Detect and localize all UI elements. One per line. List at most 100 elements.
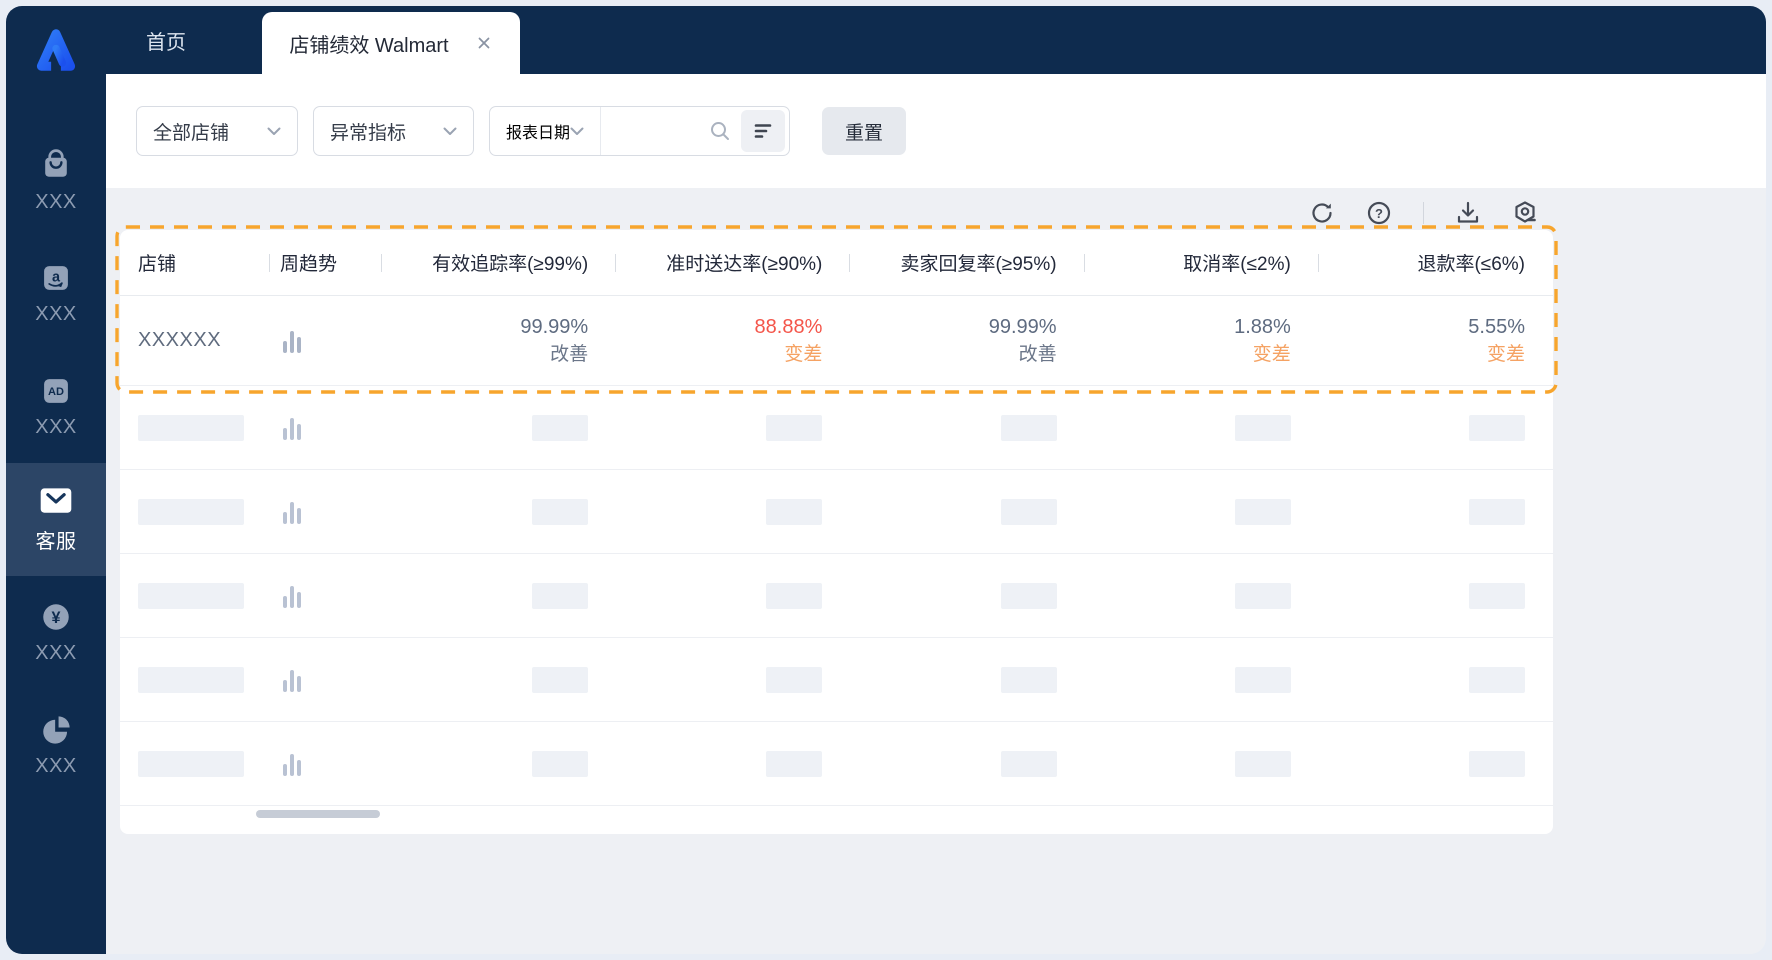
skeleton-block [766, 498, 823, 525]
skeleton-block [1468, 582, 1525, 609]
yen-icon: ¥ [43, 604, 69, 630]
table-row[interactable]: XXXXXX 99.99% 改善 88.88% 变差 99.99% 改善 1.8… [120, 296, 1553, 386]
date-search-group: 报表日期 [489, 106, 791, 156]
shopping-bag-icon [45, 149, 67, 177]
date-filter-label: 报表日期 [506, 125, 571, 142]
skeleton-block [138, 750, 244, 777]
envelope-icon [40, 488, 72, 513]
col-header-refund-rate[interactable]: 退款率(≤6%) [1319, 249, 1553, 276]
week-trend-cell[interactable] [270, 329, 382, 353]
sort-filter-button[interactable] [741, 110, 786, 152]
skeleton-block [1234, 414, 1291, 441]
performance-table: 店铺 周趋势 有效追踪率(≥99%) 准时送达率(≥90%) 卖家回复率(≥95… [120, 230, 1553, 834]
skeleton-block [1234, 498, 1291, 525]
mini-bar-chart-icon [283, 500, 382, 524]
tab-home[interactable]: 首页 [136, 6, 196, 74]
sort-lines-icon [754, 124, 772, 138]
skeleton-block [1234, 582, 1291, 609]
col-header-store[interactable]: 店铺 [120, 249, 270, 276]
metric-tracking-rate: 99.99% 改善 [520, 315, 589, 365]
skeleton-block [1000, 750, 1057, 777]
sidebar-item-amazon[interactable]: a XXX [6, 237, 106, 350]
sidebar-item-label: XXX [35, 642, 77, 664]
sidebar-item-label: XXX [35, 191, 77, 213]
metric-filter-dropdown[interactable]: 异常指标 [313, 106, 474, 156]
skeleton-block [532, 666, 589, 693]
sidebar-item-store[interactable]: XXX [6, 124, 106, 237]
app-window: XXX a XXX AD XXX 客服 ¥ XXX XXX 首页 店铺绩效 Wa… [6, 6, 1766, 954]
skeleton-block [1468, 666, 1525, 693]
metric-ontime-rate: 88.88% 变差 [754, 315, 823, 365]
table-row-placeholder [120, 386, 1553, 470]
col-header-week-trend[interactable]: 周趋势 [270, 249, 382, 276]
mini-bar-chart-icon [283, 752, 382, 776]
skeleton-block [766, 414, 823, 441]
search-input[interactable] [601, 111, 710, 151]
sidebar-item-finance[interactable]: ¥ XXX [6, 576, 106, 689]
col-header-tracking-rate[interactable]: 有效追踪率(≥99%) [382, 249, 616, 276]
table-row-placeholder [120, 470, 1553, 554]
settings-icon[interactable] [1512, 200, 1538, 226]
sidebar-item-label: XXX [35, 416, 77, 438]
mini-bar-chart-icon [283, 584, 382, 608]
col-header-cancel-rate[interactable]: 取消率(≤2%) [1085, 249, 1319, 276]
horizontal-scrollbar-thumb[interactable] [256, 810, 380, 818]
svg-text:¥: ¥ [52, 609, 61, 627]
tab-home-label: 首页 [146, 31, 186, 54]
sidebar-item-reports[interactable]: XXX [6, 689, 106, 802]
table-header-row: 店铺 周趋势 有效追踪率(≥99%) 准时送达率(≥90%) 卖家回复率(≥95… [120, 230, 1553, 296]
reset-button[interactable]: 重置 [822, 107, 907, 155]
skeleton-block [138, 498, 244, 525]
content-area: ? 店铺 周趋势 有效追踪率(≥99%) 准时送达率(≥90%) 卖家回复率(≥… [106, 188, 1766, 954]
close-icon[interactable] [475, 34, 493, 52]
svg-text:?: ? [1375, 206, 1383, 221]
tab-store-performance[interactable]: 店铺绩效 Walmart [262, 12, 520, 74]
store-filter-dropdown[interactable]: 全部店铺 [136, 106, 298, 156]
col-header-ontime-rate[interactable]: 准时送达率(≥90%) [616, 249, 850, 276]
skeleton-block [1000, 666, 1057, 693]
chevron-down-icon [443, 127, 457, 135]
download-icon[interactable] [1455, 200, 1481, 226]
metric-refund-rate: 5.55% 变差 [1468, 315, 1525, 365]
help-icon[interactable]: ? [1366, 200, 1392, 226]
sidebar-item-ads[interactable]: AD XXX [6, 350, 106, 463]
svg-text:a: a [52, 269, 61, 285]
store-name: XXXXXX [138, 329, 222, 351]
search-icon[interactable] [709, 120, 731, 142]
app-logo[interactable] [30, 24, 82, 76]
col-header-reply-rate[interactable]: 卖家回复率(≥95%) [850, 249, 1084, 276]
metric-reply-rate: 99.99% 改善 [988, 315, 1057, 365]
table-row-placeholder [120, 722, 1553, 806]
main-area: 首页 店铺绩效 Walmart 全部店铺 异常指标 报表日期 重置 ? 店铺 周… [106, 6, 1766, 954]
pie-chart-icon [43, 716, 70, 744]
skeleton-block [766, 750, 823, 777]
sidebar-item-customer-service[interactable]: 客服 [6, 463, 106, 576]
sidebar-item-label: XXX [35, 755, 77, 777]
chevron-down-icon [267, 127, 281, 135]
skeleton-block [1000, 498, 1057, 525]
skeleton-block [1234, 750, 1291, 777]
svg-text:AD: AD [48, 386, 64, 398]
refresh-icon[interactable] [1309, 200, 1335, 226]
amazon-icon: a [44, 266, 68, 290]
toolbar-divider [1423, 201, 1424, 224]
skeleton-block [138, 666, 244, 693]
metric-filter-label: 异常指标 [330, 122, 407, 144]
tab-bar: 首页 店铺绩效 Walmart [106, 6, 1766, 74]
skeleton-block [532, 582, 589, 609]
table-toolbar: ? [106, 188, 1553, 230]
skeleton-block [1468, 750, 1525, 777]
skeleton-block [532, 750, 589, 777]
skeleton-block [138, 582, 244, 609]
sidebar-item-label: 客服 [35, 531, 77, 553]
mini-bar-chart-icon [283, 416, 382, 440]
date-filter-dropdown[interactable]: 报表日期 [490, 107, 602, 155]
skeleton-block [532, 414, 589, 441]
mini-bar-chart-icon [283, 668, 382, 692]
tab-active-label: 店铺绩效 Walmart [289, 34, 449, 57]
skeleton-block [766, 582, 823, 609]
skeleton-block [1468, 414, 1525, 441]
metric-cancel-rate: 1.88% 变差 [1234, 315, 1291, 365]
skeleton-block [1000, 582, 1057, 609]
skeleton-block [766, 666, 823, 693]
